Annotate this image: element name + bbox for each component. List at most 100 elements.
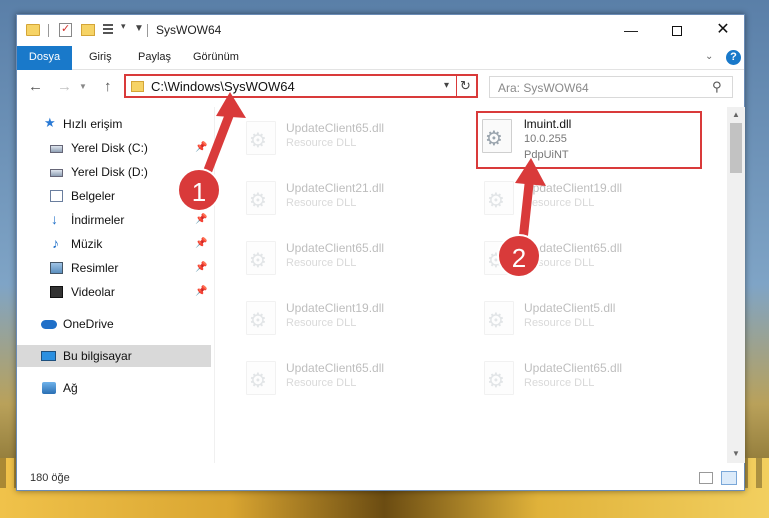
navigation-pane: ★ Hızlı erişim Yerel Disk (C:) 📌 Yerel D…: [17, 107, 215, 463]
window-title: SysWOW64: [156, 23, 222, 37]
sidebar-item-quick-access[interactable]: ★ Hızlı erişim: [17, 113, 211, 135]
tab-file[interactable]: Dosya: [17, 46, 72, 70]
view-menu-icon[interactable]: [103, 24, 119, 36]
file-name: UpdateClient65.dll: [286, 361, 385, 375]
file-tile[interactable]: UpdateClient65.dll Resource DLL: [216, 115, 446, 169]
sidebar-item-label: Ağ: [63, 381, 78, 395]
search-placeholder: Ara: SysWOW64: [498, 81, 589, 95]
maximize-icon: [672, 26, 682, 37]
drive-icon: [50, 145, 63, 153]
file-name: UpdateClient65.dll: [286, 121, 385, 135]
file-tile[interactable]: UpdateClient21.dll Resource DLL: [216, 175, 446, 229]
vertical-scrollbar[interactable]: ▲ ▼: [727, 107, 745, 463]
chevron-down-icon[interactable]: ▾: [121, 21, 126, 32]
file-tile[interactable]: UpdateClient65.dll Resource DLL: [454, 235, 684, 289]
scrollbar-thumb[interactable]: [730, 123, 742, 173]
minimize-button[interactable]: —: [608, 15, 654, 45]
file-description: Resource DLL: [286, 137, 357, 149]
item-count: 180 öğe: [30, 472, 70, 484]
sidebar-item-pictures[interactable]: Resimler 📌: [17, 257, 211, 279]
address-bar[interactable]: C:\Windows\SysWOW64 ▾ ↻: [124, 74, 478, 98]
folder-icon: [26, 24, 40, 36]
folder-icon: [131, 81, 144, 92]
sidebar-item-local-disk-c[interactable]: Yerel Disk (C:) 📌: [17, 137, 211, 159]
documents-icon: [50, 190, 63, 202]
sidebar-item-label: Hızlı erişim: [63, 117, 123, 131]
separator: [147, 24, 148, 37]
sidebar-item-onedrive[interactable]: OneDrive: [17, 313, 211, 335]
recent-locations-icon[interactable]: ▼: [79, 82, 87, 91]
tab-home[interactable]: Giriş: [79, 46, 122, 70]
scroll-up-icon[interactable]: ▲: [732, 110, 740, 119]
file-description: Resource DLL: [286, 377, 357, 389]
status-bar: 180 öğe: [17, 466, 744, 490]
sidebar-item-music[interactable]: ♪ Müzik 📌: [17, 233, 211, 255]
forward-arrow-icon[interactable]: →: [57, 78, 72, 95]
pin-icon[interactable]: 📌: [195, 209, 207, 231]
pictures-icon: [50, 262, 63, 274]
file-tile[interactable]: UpdateClient19.dll Resource DLL: [454, 175, 684, 229]
tiles-view-icon[interactable]: [721, 471, 737, 485]
search-icon[interactable]: ⚲: [712, 79, 722, 95]
file-list: UpdateClient65.dll Resource DLL UpdateCl…: [216, 107, 727, 463]
sidebar-item-downloads[interactable]: ↓ İndirmeler 📌: [17, 209, 211, 231]
sidebar-item-label: Bu bilgisayar: [63, 349, 132, 363]
pin-icon[interactable]: 📌: [195, 281, 207, 303]
address-path[interactable]: C:\Windows\SysWOW64: [151, 79, 295, 94]
file-name: UpdateClient19.dll: [524, 181, 623, 195]
separator: [456, 76, 457, 96]
sidebar-item-videos[interactable]: Videolar 📌: [17, 281, 211, 303]
download-icon: ↓: [51, 211, 58, 227]
expand-ribbon-icon[interactable]: ⌄: [705, 51, 713, 62]
music-icon: ♪: [52, 235, 59, 251]
sidebar-item-label: Videolar: [71, 285, 115, 299]
pin-icon[interactable]: 📌: [195, 257, 207, 279]
customize-toolbar-icon[interactable]: ▼: [134, 23, 144, 34]
dll-file-icon: [482, 119, 512, 153]
star-icon: ★: [44, 115, 56, 130]
file-name: UpdateClient19.dll: [286, 301, 385, 315]
back-arrow-icon[interactable]: ←: [28, 78, 43, 95]
help-icon[interactable]: ?: [726, 50, 741, 65]
pin-icon[interactable]: 📌: [195, 233, 207, 255]
file-name: lmuint.dll: [524, 117, 572, 131]
sidebar-item-label: Belgeler: [71, 189, 116, 203]
close-button[interactable]: ✕: [700, 15, 746, 45]
sidebar-item-label: Yerel Disk (D:): [71, 165, 148, 179]
cloud-icon: [41, 320, 57, 329]
search-input[interactable]: Ara: SysWOW64 ⚲: [489, 76, 733, 98]
file-version: 10.0.255: [524, 133, 567, 145]
file-tile[interactable]: UpdateClient19.dll Resource DLL: [216, 295, 446, 349]
tab-view[interactable]: Görünüm: [183, 46, 249, 70]
file-tile[interactable]: UpdateClient65.dll Resource DLL: [216, 355, 446, 409]
sidebar-item-label: OneDrive: [63, 317, 114, 331]
new-folder-icon[interactable]: [81, 24, 95, 36]
file-tile[interactable]: UpdateClient65.dll Resource DLL: [216, 235, 446, 289]
tab-share[interactable]: Paylaş: [128, 46, 181, 70]
refresh-icon[interactable]: ↻: [460, 78, 471, 94]
file-tile-lmuint[interactable]: lmuint.dll 10.0.255 PdpUiNT: [476, 111, 702, 169]
address-dropdown-icon[interactable]: ▾: [444, 80, 449, 91]
drive-icon: [50, 169, 63, 177]
properties-icon[interactable]: [59, 22, 72, 37]
dll-file-icon: [246, 121, 276, 155]
file-description: Resource DLL: [524, 377, 595, 389]
title-bar: ▾ ▼ SysWOW64 — ✕: [17, 15, 744, 46]
scroll-down-icon[interactable]: ▼: [732, 449, 740, 458]
separator: [48, 24, 49, 37]
up-arrow-icon[interactable]: ↑: [104, 78, 112, 95]
ribbon: Dosya Giriş Paylaş Görünüm ⌄ ?: [17, 46, 744, 70]
pin-icon[interactable]: 📌: [195, 137, 207, 159]
maximize-button[interactable]: [654, 15, 700, 45]
file-description: Resource DLL: [524, 197, 595, 209]
file-company: PdpUiNT: [524, 149, 569, 161]
file-tile[interactable]: UpdateClient5.dll Resource DLL: [454, 295, 684, 349]
sidebar-item-this-pc[interactable]: Bu bilgisayar: [17, 345, 211, 367]
sidebar-item-label: İndirmeler: [71, 213, 125, 227]
sidebar-item-network[interactable]: Ağ: [17, 377, 211, 399]
file-tile[interactable]: UpdateClient65.dll Resource DLL: [454, 355, 684, 409]
pane-divider[interactable]: [214, 107, 215, 463]
dll-file-icon: [484, 361, 514, 395]
details-view-icon[interactable]: [699, 472, 713, 484]
file-description: Resource DLL: [286, 257, 357, 269]
